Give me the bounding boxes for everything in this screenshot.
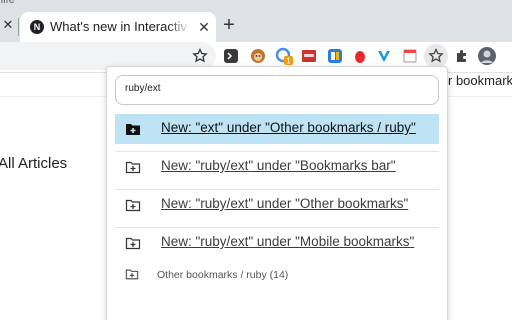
previous-tab-close-icon[interactable]: ✕: [2, 18, 14, 31]
profile-avatar-icon[interactable]: [478, 47, 496, 65]
tab-favicon-icon: N: [30, 20, 44, 34]
folder-add-small-icon: [125, 267, 139, 281]
suggestion-new-ruby-ext-other-bookmarks[interactable]: New: "ruby/ext" under "Other bookmarks": [115, 190, 439, 220]
page-heading: All Articles: [0, 155, 68, 172]
search-input[interactable]: [125, 83, 425, 94]
tab-divider: [18, 18, 19, 36]
extension-calendar-icon[interactable]: [401, 47, 419, 65]
suggestion-label: New: "ext" under "Other bookmarks / ruby…: [161, 120, 416, 135]
extension-active-star-icon[interactable]: [427, 47, 445, 65]
extension-badge-count: 1: [286, 57, 291, 66]
new-tab-button[interactable]: +: [220, 15, 238, 35]
extension-blue-square-icon[interactable]: [326, 47, 344, 65]
suggestion-new-ruby-ext-mobile-bookmarks[interactable]: New: "ruby/ext" under "Mobile bookmarks": [115, 228, 439, 258]
window-title: hife: [0, 0, 15, 6]
suggestion-label: New: "ruby/ext" under "Bookmarks bar": [161, 158, 396, 173]
folder-item-label: Other bookmarks / ruby (14): [157, 269, 289, 281]
tab-active[interactable]: N What's new in Interactive ✕: [20, 12, 216, 42]
extension-terminal-icon[interactable]: [222, 47, 240, 65]
tab-title-fade: [168, 18, 190, 36]
folder-add-icon: [125, 235, 141, 251]
extension-v-icon[interactable]: [375, 47, 393, 65]
folder-add-icon: [125, 159, 141, 175]
search-box: [115, 75, 439, 105]
suggestion-new-ext-other-ruby[interactable]: New: "ext" under "Other bookmarks / ruby…: [115, 114, 439, 144]
folder-item-other-bookmarks-ruby[interactable]: Other bookmarks / ruby (14): [115, 263, 439, 287]
tab-close-icon[interactable]: ✕: [196, 19, 212, 35]
bookmark-popup: New: "ext" under "Other bookmarks / ruby…: [106, 66, 448, 320]
suggestion-label: New: "ruby/ext" under "Mobile bookmarks": [161, 234, 415, 249]
page-right-text: r bookmark: [448, 73, 512, 88]
tab-strip: hife ✕ N What's new in Interactive ✕ +: [0, 0, 512, 42]
extension-red-drop-icon[interactable]: [351, 47, 369, 65]
extensions-puzzle-icon[interactable]: [453, 47, 471, 65]
extension-badge-icon[interactable]: 1: [275, 47, 293, 65]
folder-add-icon: [125, 197, 141, 213]
extension-red-square-icon[interactable]: [300, 47, 318, 65]
browser-window: hife ✕ N What's new in Interactive ✕ + 1: [0, 0, 512, 320]
extension-monkey-icon[interactable]: [249, 47, 267, 65]
suggestion-new-ruby-ext-bookmarks-bar[interactable]: New: "ruby/ext" under "Bookmarks bar": [115, 152, 439, 182]
suggestion-label: New: "ruby/ext" under "Other bookmarks": [161, 196, 409, 211]
folder-add-filled-icon: [125, 121, 141, 137]
bookmark-star-icon[interactable]: [191, 47, 209, 65]
